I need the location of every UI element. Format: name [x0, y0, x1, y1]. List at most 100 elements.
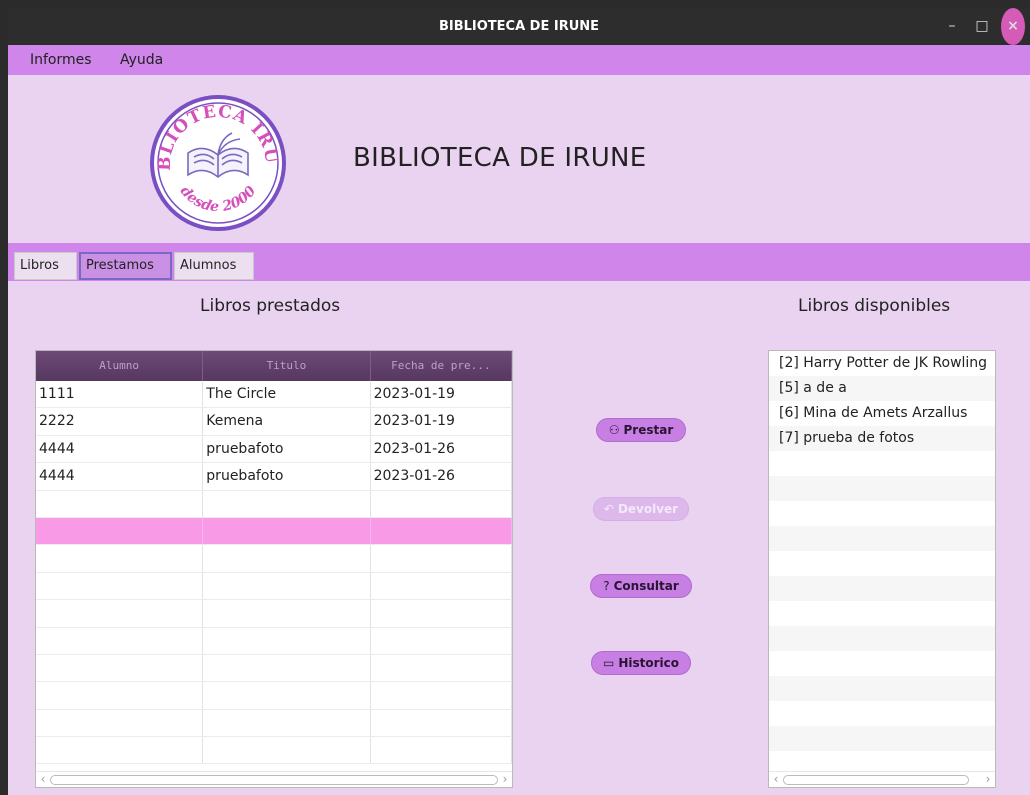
loans-title: Libros prestados: [200, 296, 341, 316]
app-heading: BIBLIOTECA DE IRUNE: [353, 143, 647, 173]
scroll-thumb[interactable]: [50, 775, 498, 785]
table-cell: [36, 654, 204, 682]
list-item[interactable]: [769, 601, 995, 626]
devolver-button[interactable]: ↶ Devolver: [593, 497, 689, 521]
menu-bar: Informes Ayuda: [8, 45, 1030, 75]
scroll-thumb[interactable]: [783, 775, 969, 785]
table-cell: 4444: [36, 435, 204, 463]
scroll-right-icon[interactable]: ›: [982, 772, 994, 787]
column-header-fecha[interactable]: Fecha de pre...: [371, 351, 512, 381]
table-row[interactable]: [36, 572, 512, 601]
column-header-titulo[interactable]: Titulo: [203, 351, 371, 381]
table-row[interactable]: [36, 737, 512, 765]
library-logo: BIBLIOTECA IRUNE desde 2000: [148, 93, 286, 231]
menu-ayuda[interactable]: Ayuda: [120, 45, 163, 75]
table-cell: [371, 572, 512, 600]
list-item[interactable]: [769, 476, 995, 501]
menu-informes[interactable]: Informes: [30, 45, 92, 75]
table-horizontal-scrollbar[interactable]: ‹ ›: [36, 771, 512, 787]
close-icon[interactable]: ×: [1001, 8, 1025, 45]
scroll-left-icon[interactable]: ‹: [770, 772, 782, 787]
table-row[interactable]: [36, 709, 512, 738]
table-row[interactable]: 4444 pruebafoto 2023-01-26: [36, 463, 512, 491]
table-row[interactable]: [36, 545, 512, 573]
table-cell: [36, 682, 204, 709]
tab-alumnos[interactable]: Alumnos: [174, 252, 254, 280]
table-row[interactable]: [36, 627, 512, 655]
list-item[interactable]: [769, 551, 995, 576]
list-item[interactable]: [769, 626, 995, 651]
prestar-button[interactable]: ⚇ Prestar: [596, 418, 686, 442]
table-row[interactable]: [36, 654, 512, 683]
minimize-icon[interactable]: –: [940, 8, 964, 45]
title-bar[interactable]: BIBLIOTECA DE IRUNE – □ ×: [8, 8, 1030, 45]
table-row[interactable]: [36, 682, 512, 710]
devolver-label: Devolver: [617, 502, 679, 516]
available-title: Libros disponibles: [798, 296, 951, 316]
table-cell: 2023-01-19: [371, 408, 512, 435]
table-cell: [203, 737, 371, 764]
list-item[interactable]: [5] a de a: [769, 376, 995, 401]
table-cell: 1111: [36, 381, 204, 408]
loans-table[interactable]: Alumno Titulo Fecha de pre... 1111 The Ci…: [35, 350, 513, 788]
historico-label: Historico: [618, 656, 679, 670]
table-cell: [36, 545, 204, 572]
window-title: BIBLIOTECA DE IRUNE: [438, 19, 600, 34]
historico-button[interactable]: ▭ Historico: [591, 651, 691, 675]
tab-libros[interactable]: Libros: [14, 252, 77, 280]
table-cell: [36, 490, 204, 517]
list-item[interactable]: [769, 726, 995, 751]
list-items: [2] Harry Potter de JK Rowling [5] a de a…: [769, 351, 995, 776]
column-header-alumno[interactable]: Alumno: [36, 351, 204, 381]
scroll-right-icon[interactable]: ›: [499, 772, 511, 787]
help-circle-icon: ?: [603, 579, 610, 593]
table-cell: [36, 737, 204, 764]
table-cell: 2023-01-19: [371, 381, 512, 408]
list-item[interactable]: [769, 451, 995, 476]
table-cell: 4444: [36, 463, 204, 490]
maximize-icon[interactable]: □: [970, 8, 994, 45]
table-row[interactable]: [36, 600, 512, 628]
table-cell: [203, 545, 371, 572]
table-cell: [371, 654, 512, 682]
table-row[interactable]: 4444 pruebafoto 2023-01-26: [36, 435, 512, 464]
table-cell: [203, 627, 371, 654]
list-item[interactable]: [769, 701, 995, 726]
list-item[interactable]: [7] prueba de fotos: [769, 426, 995, 451]
table-cell: [203, 600, 371, 627]
table-row[interactable]: [36, 490, 512, 518]
list-item[interactable]: [2] Harry Potter de JK Rowling: [769, 351, 995, 376]
tab-prestamos[interactable]: Prestamos: [79, 252, 172, 280]
table-cell: [371, 490, 512, 517]
table-row[interactable]: 2222 Kemena 2023-01-19: [36, 408, 512, 436]
table-cell: [36, 709, 204, 737]
table-cell: pruebafoto: [203, 435, 371, 463]
available-books-list[interactable]: [2] Harry Potter de JK Rowling [5] a de a…: [768, 350, 996, 788]
table-cell: [203, 682, 371, 709]
list-item[interactable]: [6] Mina de Amets Arzallus: [769, 401, 995, 426]
table-cell: [371, 709, 512, 737]
table-cell: [371, 627, 512, 654]
list-item[interactable]: [769, 526, 995, 551]
table-cell: The Circle: [203, 381, 371, 408]
table-header: Alumno Titulo Fecha de pre...: [36, 351, 512, 381]
table-row[interactable]: [36, 517, 512, 546]
app-window: BIBLIOTECA DE IRUNE – □ × Informes Ayuda…: [8, 8, 1030, 795]
list-item[interactable]: [769, 676, 995, 701]
list-item[interactable]: [769, 651, 995, 676]
table-cell: [371, 545, 512, 572]
prestar-label: Prestar: [623, 423, 674, 437]
table-cell: [36, 600, 204, 627]
table-cell: 2023-01-26: [371, 435, 512, 463]
table-row[interactable]: 1111 The Circle 2023-01-19: [36, 381, 512, 409]
scroll-left-icon[interactable]: ‹: [37, 772, 49, 787]
consultar-button[interactable]: ? Consultar: [590, 574, 692, 598]
list-item[interactable]: [769, 501, 995, 526]
list-item[interactable]: [769, 576, 995, 601]
folder-open-icon: ▭: [602, 656, 615, 670]
list-horizontal-scrollbar[interactable]: ‹ ›: [769, 771, 995, 787]
table-cell: Kemena: [203, 408, 371, 435]
table-cell: [203, 490, 371, 517]
table-cell: [371, 600, 512, 627]
table-cell: [36, 517, 204, 545]
